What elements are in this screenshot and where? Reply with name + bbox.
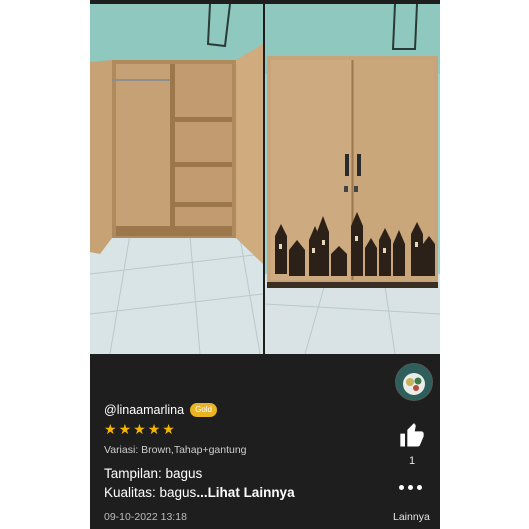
review-date: 09-10-2022 13:18 (104, 511, 187, 523)
like-count: 1 (408, 455, 416, 467)
wardrobe-open-photo[interactable] (90, 4, 263, 354)
review-photos (90, 0, 440, 355)
reviewer-info: @linaamarlina Gold (104, 403, 217, 417)
star-icon: ★ (133, 421, 146, 437)
more-dots-icon[interactable] (399, 485, 422, 490)
avatar[interactable] (395, 363, 433, 401)
review-card: @linaamarlina Gold ★ ★ ★ ★ ★ Variasi: Br… (90, 0, 440, 529)
rating-stars: ★ ★ ★ ★ ★ (104, 421, 175, 437)
star-icon: ★ (104, 421, 117, 437)
review-text-line: Tampilan: bagus (104, 466, 203, 481)
star-icon: ★ (162, 421, 175, 437)
more-options-label[interactable]: Lainnya (393, 511, 430, 523)
like-button[interactable] (398, 422, 426, 450)
variant-text: Variasi: Brown,Tahap+gantung (104, 444, 247, 456)
star-icon: ★ (147, 421, 161, 437)
reviewer-username[interactable]: @linaamarlina (104, 403, 184, 417)
status-badge: Gold (190, 403, 217, 417)
review-text-line: Kualitas: bagus...Lihat Lainnya (104, 485, 295, 500)
review-text: Kualitas: bagus (104, 485, 197, 500)
star-icon: ★ (118, 421, 132, 437)
wardrobe-closed-photo[interactable] (265, 4, 440, 354)
see-more-link[interactable]: ...Lihat Lainnya (196, 485, 294, 500)
thumbs-up-icon (400, 423, 424, 447)
